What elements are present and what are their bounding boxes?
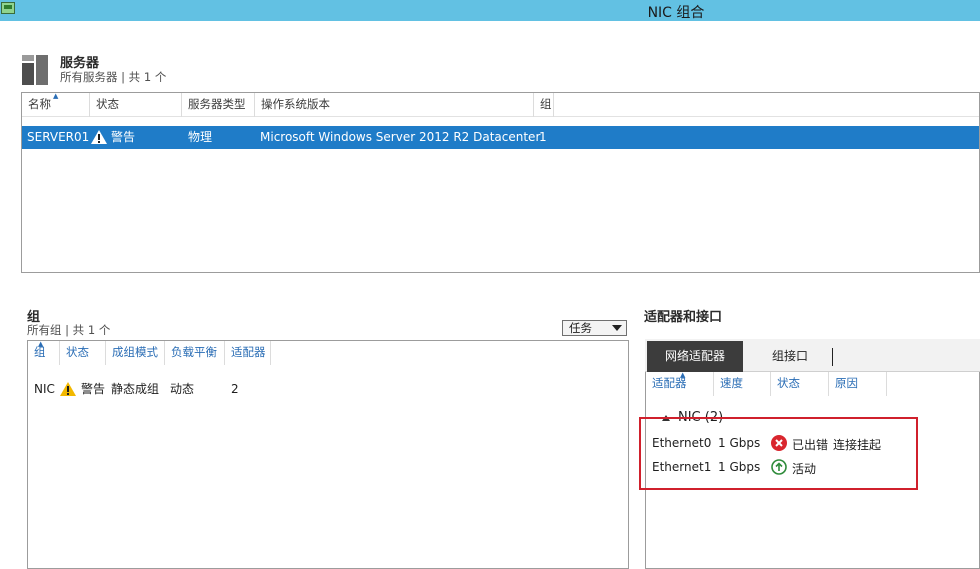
group-name: NIC [34,382,55,396]
server-os: Microsoft Windows Server 2012 R2 Datacen… [260,130,541,144]
column-header-name[interactable]: 名称 [22,93,90,117]
text-cursor [832,348,833,366]
column-header-os-version[interactable]: 操作系统版本 [255,93,534,117]
column-header-status[interactable]: 状态 [90,93,182,117]
server-status: 警告 [111,130,136,144]
column-header-group[interactable]: 组 [534,93,554,117]
adapters-column-headers: ▲ 适配器 速度 状态 原因 [646,372,979,396]
servers-table: ▲ 名称 状态 服务器类型 操作系统版本 组 SERVER01 警告 物理 Mi… [21,92,980,273]
table-row[interactable]: NIC 警告 静态成组 动态 2 [28,378,628,400]
title-bar: NIC 组合 [0,0,980,21]
table-row-selected[interactable]: SERVER01 警告 物理 Microsoft Windows Server … [22,126,979,149]
tab-network-adapters[interactable]: 网络适配器 [647,341,743,372]
column-header-server-type[interactable]: 服务器类型 [182,93,255,117]
warning-icon [60,382,76,396]
annotation-highlight-box [639,417,918,490]
window-title: NIC 组合 [647,5,705,21]
adapters-tabbar: 网络适配器 组接口 [645,339,980,372]
groups-table: ▲ 组 状态 成组模式 负载平衡 适配器 NIC 警告 静态成组 动态 2 [27,340,629,569]
groups-column-headers: ▲ 组 状态 成组模式 负载平衡 适配器 [28,341,628,365]
server-group: 1 [539,130,547,144]
column-header-load-balancing[interactable]: 负载平衡 [165,341,225,365]
column-header-adapters[interactable]: 适配器 [225,341,271,365]
group-teaming-mode: 静态成组 [111,382,160,396]
groups-subtitle: 所有组 | 共 1 个 [27,323,111,337]
column-header-adapter[interactable]: 适配器 [646,372,714,396]
server-name: SERVER01 [27,130,90,144]
column-header-speed[interactable]: 速度 [714,372,771,396]
server-type: 物理 [188,130,213,144]
tab-team-interfaces[interactable]: 组接口 [755,341,825,372]
server-icon [22,55,50,85]
tasks-dropdown-button[interactable]: 任务 [562,320,627,336]
adapters-title: 适配器和接口 [644,310,723,325]
servers-column-headers: ▲ 名称 状态 服务器类型 操作系统版本 组 [22,93,979,117]
group-status: 警告 [81,382,106,396]
servers-subtitle: 所有服务器 | 共 1 个 [60,70,167,84]
group-load-balancing: 动态 [170,382,195,396]
warning-icon [91,130,107,144]
column-header-reason[interactable]: 原因 [829,372,887,396]
column-header-teaming-mode[interactable]: 成组模式 [106,341,165,365]
chevron-down-icon [612,325,622,331]
tasks-label: 任务 [569,321,592,335]
group-adapters: 2 [231,382,239,396]
column-header-status[interactable]: 状态 [60,341,106,365]
column-header-status[interactable]: 状态 [771,372,829,396]
column-header-group[interactable]: 组 [28,341,60,365]
